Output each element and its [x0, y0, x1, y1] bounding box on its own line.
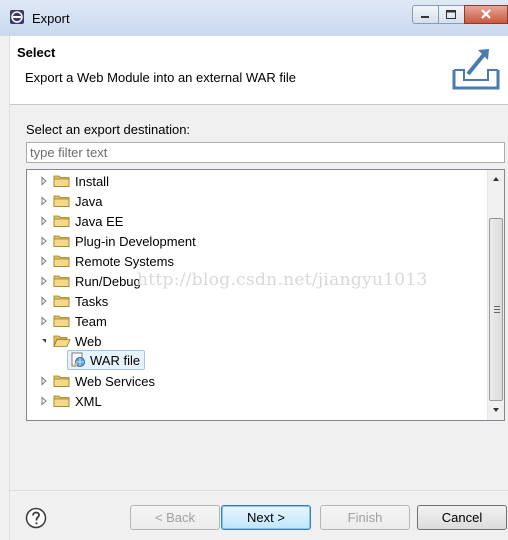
open-folder-icon — [53, 335, 71, 347]
maximize-button[interactable] — [438, 5, 464, 24]
tree-item-label: Remote Systems — [75, 253, 174, 269]
scroll-up-button[interactable] — [488, 170, 504, 187]
folder-icon — [53, 195, 70, 207]
scroll-up-icon — [493, 177, 499, 181]
close-button[interactable] — [464, 5, 508, 24]
folder-icon — [53, 395, 70, 407]
collapsed-arrow-icon[interactable] — [31, 231, 51, 251]
tree-item-label: Tasks — [75, 293, 109, 309]
window-left-edge — [0, 36, 10, 540]
help-icon[interactable] — [25, 507, 47, 529]
tree-item-label: XML — [75, 393, 102, 409]
destination-tree[interactable]: Install Java Java EE Plug-in Development Rem… — [26, 169, 505, 421]
tree-item-xml[interactable]: XML — [31, 391, 102, 411]
window-title: Export — [32, 11, 70, 26]
collapsed-arrow-icon[interactable] — [31, 251, 51, 271]
tree-item-plug-in-development[interactable]: Plug-in Development — [31, 231, 196, 251]
folder-icon — [53, 215, 70, 227]
tree-item-label: Java — [75, 193, 103, 209]
wizard-banner: Select Export a Web Module into an exter… — [10, 36, 508, 105]
finish-button[interactable]: Finish — [320, 505, 410, 530]
tree-item-label: Web Services — [75, 373, 155, 389]
banner-title: Select — [17, 45, 56, 60]
tree-item-label: Install — [75, 173, 109, 189]
filter-input[interactable] — [26, 142, 505, 163]
watermark: http://blog.csdn.net/jiangyu1013 — [137, 270, 428, 290]
footer-separator — [10, 490, 508, 491]
collapsed-arrow-icon[interactable] — [31, 211, 51, 231]
tree-item-web-services[interactable]: Web Services — [31, 371, 155, 391]
tree-item-remote-systems[interactable]: Remote Systems — [31, 251, 174, 271]
war-file-label: WAR file — [90, 352, 141, 368]
tree-item-label: Run/Debug — [75, 273, 141, 289]
maximize-icon — [446, 10, 456, 19]
collapsed-arrow-icon[interactable] — [31, 311, 51, 331]
tree-item-label: Plug-in Development — [75, 233, 196, 249]
folder-icon — [53, 235, 70, 247]
tree-item-label: Web — [75, 333, 102, 349]
tree-item-web[interactable]: Web — [31, 331, 102, 351]
folder-icon — [53, 315, 70, 327]
title-bar: Export — [0, 0, 508, 36]
expanded-arrow-icon[interactable] — [31, 331, 51, 351]
banner-description: Export a Web Module into an external WAR… — [25, 70, 296, 85]
scroll-down-icon — [493, 408, 499, 412]
export-wizard-icon — [452, 49, 500, 90]
tree-item-run-debug[interactable]: Run/Debug — [31, 271, 141, 291]
tree-item-tasks[interactable]: Tasks — [31, 291, 108, 311]
scroll-thumb[interactable] — [489, 218, 503, 401]
folder-icon — [53, 295, 70, 307]
minimize-button[interactable] — [412, 5, 438, 24]
tree-item-war-file[interactable]: WAR file — [67, 350, 146, 370]
collapsed-arrow-icon[interactable] — [31, 291, 51, 311]
export-destination-prompt: Select an export destination: — [26, 122, 191, 137]
collapsed-arrow-icon[interactable] — [31, 191, 51, 211]
collapsed-arrow-icon[interactable] — [31, 271, 51, 291]
collapsed-arrow-icon[interactable] — [31, 171, 51, 191]
folder-icon — [53, 375, 70, 387]
war-file-icon — [71, 352, 85, 367]
back-button[interactable]: < Back — [130, 505, 220, 530]
folder-icon — [53, 275, 70, 287]
tree-item-java[interactable]: Java — [31, 191, 102, 211]
eclipse-app-icon — [10, 10, 24, 24]
tree-item-java-ee[interactable]: Java EE — [31, 211, 123, 231]
tree-item-team[interactable]: Team — [31, 311, 107, 331]
folder-icon — [53, 255, 70, 267]
tree-item-label: Team — [75, 313, 107, 329]
collapsed-arrow-icon[interactable] — [31, 391, 51, 411]
scroll-down-button[interactable] — [488, 402, 504, 419]
folder-icon — [53, 175, 70, 187]
tree-vertical-scrollbar[interactable] — [487, 170, 504, 420]
tree-item-install[interactable]: Install — [31, 171, 109, 191]
tree-item-label: Java EE — [75, 213, 124, 229]
close-icon — [481, 9, 491, 19]
next-button[interactable]: Next > — [221, 505, 311, 530]
cancel-button[interactable]: Cancel — [417, 505, 507, 530]
collapsed-arrow-icon[interactable] — [31, 371, 51, 391]
minimize-icon — [421, 16, 429, 18]
